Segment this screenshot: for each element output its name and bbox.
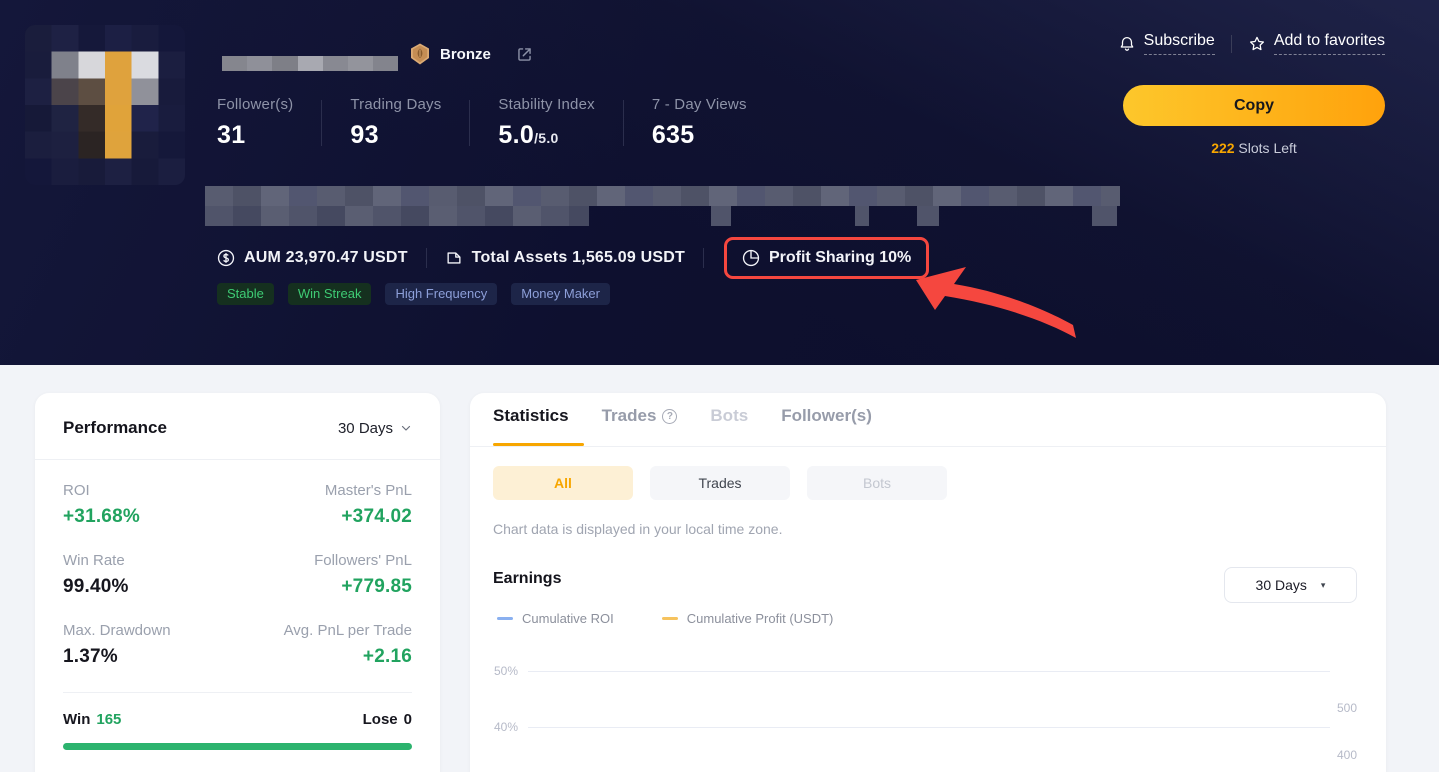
win-count: Win165	[63, 711, 121, 728]
metric-max-drawdown: Max. Drawdown 1.37%	[63, 622, 238, 668]
divider	[426, 248, 427, 268]
tag-stable: Stable	[217, 283, 274, 305]
filter-all[interactable]: All	[493, 466, 633, 500]
right-axis-tick: 500	[1337, 701, 1357, 715]
tab-bots[interactable]: Bots	[710, 406, 748, 426]
divider	[703, 248, 704, 268]
copy-button[interactable]: Copy	[1123, 85, 1385, 126]
metric-roi: ROI +31.68%	[63, 482, 238, 528]
subscribe-button[interactable]: Subscribe	[1118, 32, 1215, 55]
bell-icon	[1118, 35, 1136, 53]
external-link-icon[interactable]	[515, 45, 534, 64]
filter-trades[interactable]: Trades	[650, 466, 790, 500]
timezone-note: Chart data is displayed in your local ti…	[493, 521, 1386, 537]
metric-followers-pnl: Followers' PnL +779.85	[238, 552, 413, 598]
performance-title: Performance	[63, 418, 167, 438]
tab-statistics[interactable]: Statistics	[493, 406, 569, 426]
hero-actions: Subscribe Add to favorites	[1118, 32, 1385, 55]
profile-hero: Bronze Follower(s) 31 Trading Days 93 St…	[0, 0, 1439, 365]
add-to-favorites-button[interactable]: Add to favorites	[1248, 32, 1385, 55]
assets-doc-icon	[445, 249, 463, 267]
divider	[321, 100, 322, 146]
divider	[469, 100, 470, 146]
tag-high-frequency: High Frequency	[385, 283, 497, 305]
stat-followers: Follower(s) 31	[217, 96, 293, 150]
statistics-card: Statistics Trades ? Bots Follower(s) All…	[470, 393, 1386, 772]
performance-period-dropdown[interactable]: 30 Days	[338, 420, 412, 437]
tag-win-streak: Win Streak	[288, 283, 372, 305]
tab-trades[interactable]: Trades ?	[602, 406, 678, 426]
chart-legend: Cumulative ROI Cumulative Profit (USDT)	[497, 611, 833, 626]
star-icon	[1248, 35, 1266, 53]
win-lose-row: Win165 Lose0	[63, 692, 412, 728]
lose-count: Lose0	[363, 711, 412, 728]
account-figures-row: AUM 23,970.47 USDT Total Assets 1,565.09…	[217, 234, 929, 282]
metric-avg-pnl: Avg. PnL per Trade +2.16	[238, 622, 413, 668]
legend-cumulative-roi[interactable]: Cumulative ROI	[497, 611, 614, 626]
left-axis-tick: 40%	[494, 720, 518, 734]
stat-7day-views: 7 - Day Views 635	[652, 96, 747, 150]
trader-badge: Bronze	[408, 42, 534, 66]
gridline	[528, 671, 1330, 672]
filter-bots[interactable]: Bots	[807, 466, 947, 500]
profit-legend-swatch	[662, 617, 678, 620]
trader-name-blurred	[222, 40, 398, 71]
left-axis-tick: 50%	[494, 664, 518, 678]
performance-metrics: ROI +31.68% Master's PnL +374.02 Win Rat…	[35, 460, 440, 668]
divider	[1231, 35, 1232, 53]
tag-money-maker: Money Maker	[511, 283, 610, 305]
win-lose-ratio-bar	[63, 743, 412, 750]
avatar	[25, 25, 185, 185]
question-circle-icon: ?	[662, 409, 677, 424]
bronze-badge-icon	[408, 42, 432, 66]
roi-legend-swatch	[497, 617, 513, 620]
badge-label: Bronze	[440, 46, 491, 63]
performance-card: Performance 30 Days ROI +31.68% Master's…	[35, 393, 440, 772]
red-arrow-annotation	[908, 264, 1083, 344]
right-axis-tick: 400	[1337, 748, 1357, 762]
gridline	[528, 727, 1330, 728]
total-assets-value: Total Assets 1,565.09 USDT	[445, 249, 685, 267]
caret-down-icon: ▾	[1321, 580, 1326, 591]
chevron-down-icon	[400, 422, 412, 434]
trader-tags: Stable Win Streak High Frequency Money M…	[217, 283, 610, 305]
tabs-bar: Statistics Trades ? Bots Follower(s)	[470, 393, 1386, 447]
divider	[623, 100, 624, 146]
stat-stability-index: Stability Index 5.0/5.0	[498, 96, 594, 150]
trader-bio-blurred	[205, 186, 1120, 226]
profit-sharing-highlight-box: Profit Sharing 10%	[724, 237, 929, 279]
pie-chart-icon	[742, 249, 760, 267]
chart-period-dropdown[interactable]: 30 Days ▾	[1224, 567, 1357, 603]
active-tab-indicator	[493, 443, 584, 446]
metric-win-rate: Win Rate 99.40%	[63, 552, 238, 598]
metric-masters-pnl: Master's PnL +374.02	[238, 482, 413, 528]
dollar-circle-icon	[217, 249, 235, 267]
tab-followers[interactable]: Follower(s)	[781, 406, 872, 426]
legend-cumulative-profit[interactable]: Cumulative Profit (USDT)	[662, 611, 834, 626]
profit-sharing-label: Profit Sharing 10%	[769, 249, 911, 267]
hero-stats-row: Follower(s) 31 Trading Days 93 Stability…	[217, 96, 747, 150]
stat-trading-days: Trading Days 93	[350, 96, 441, 150]
slots-left: 222 Slots Left	[1123, 140, 1385, 156]
aum-value: AUM 23,970.47 USDT	[217, 249, 408, 267]
chart-filter-chips: All Trades Bots	[493, 466, 1386, 500]
